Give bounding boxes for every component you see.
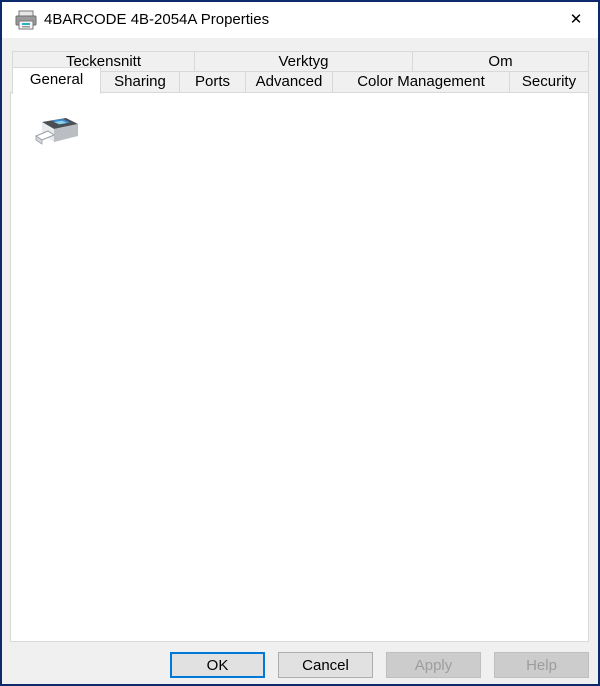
general-tab-panel — [10, 92, 589, 642]
printer-large-icon — [32, 114, 84, 156]
properties-dialog: 4BARCODE 4B-2054A Properties ✕ Teckensni… — [0, 0, 600, 686]
tab-om[interactable]: Om — [412, 51, 589, 72]
title-bar: 4BARCODE 4B-2054A Properties ✕ — [2, 2, 598, 38]
tab-security[interactable]: Security — [509, 71, 589, 93]
ok-button[interactable]: OK — [170, 652, 265, 678]
tab-color-management[interactable]: Color Management — [332, 71, 510, 93]
tab-verktyg[interactable]: Verktyg — [194, 51, 413, 72]
tab-advanced[interactable]: Advanced — [245, 71, 333, 93]
tab-sharing[interactable]: Sharing — [100, 71, 180, 93]
tab-ports[interactable]: Ports — [179, 71, 246, 93]
close-icon: ✕ — [570, 10, 583, 28]
apply-button: Apply — [386, 652, 481, 678]
cancel-button[interactable]: Cancel — [278, 652, 373, 678]
window-title: 4BARCODE 4B-2054A Properties — [44, 11, 269, 28]
tab-general[interactable]: General — [12, 67, 101, 94]
close-button[interactable]: ✕ — [554, 2, 598, 36]
help-button: Help — [494, 652, 589, 678]
printer-icon — [14, 10, 38, 30]
